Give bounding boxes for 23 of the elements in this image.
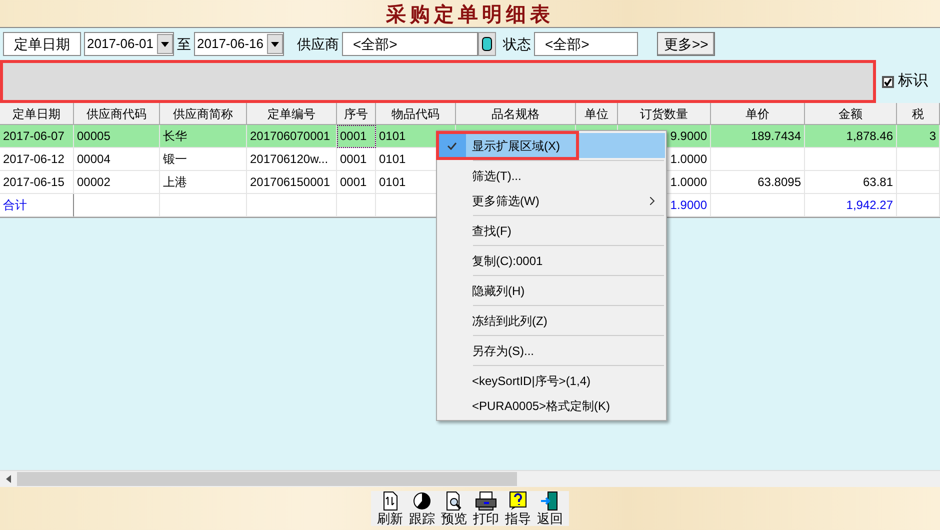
table-cell: 0001 bbox=[337, 171, 376, 194]
menu-item-label: 另存为(S)... bbox=[472, 342, 534, 360]
date-label: 定单日期 bbox=[3, 32, 81, 56]
menu-item-label: 更多筛选(W) bbox=[472, 192, 540, 210]
report-title: 采购定单明细表 bbox=[386, 0, 554, 28]
supplier-label: 供应商 bbox=[297, 34, 339, 54]
menu-item-label: 冻结到此列(Z) bbox=[472, 312, 548, 330]
table-cell: 63.81 bbox=[805, 171, 897, 194]
checkbox-label: 标识 bbox=[898, 71, 928, 92]
status-label: 状态 bbox=[503, 34, 531, 54]
table-cell: 1,942.27 bbox=[805, 194, 897, 217]
table-cell: 00002 bbox=[74, 171, 160, 194]
menu-item-label: 隐藏列(H) bbox=[472, 282, 525, 300]
table-cell: 201706150001 bbox=[247, 171, 337, 194]
table-cell: 2017-06-15 bbox=[0, 171, 74, 194]
table-cell: 合计 bbox=[0, 194, 74, 217]
menu-item-label: 查找(F) bbox=[472, 222, 512, 240]
menu-item-label: 复制(C):0001 bbox=[472, 252, 543, 270]
table-cell: 上港 bbox=[160, 171, 247, 194]
to-label: 至 bbox=[177, 34, 191, 54]
menu-item-label: <PURA0005>格式定制(K) bbox=[472, 398, 610, 414]
menu-item-label: <keySortID|序号>(1,4) bbox=[472, 372, 590, 390]
table-cell: 63.8095 bbox=[711, 171, 805, 194]
